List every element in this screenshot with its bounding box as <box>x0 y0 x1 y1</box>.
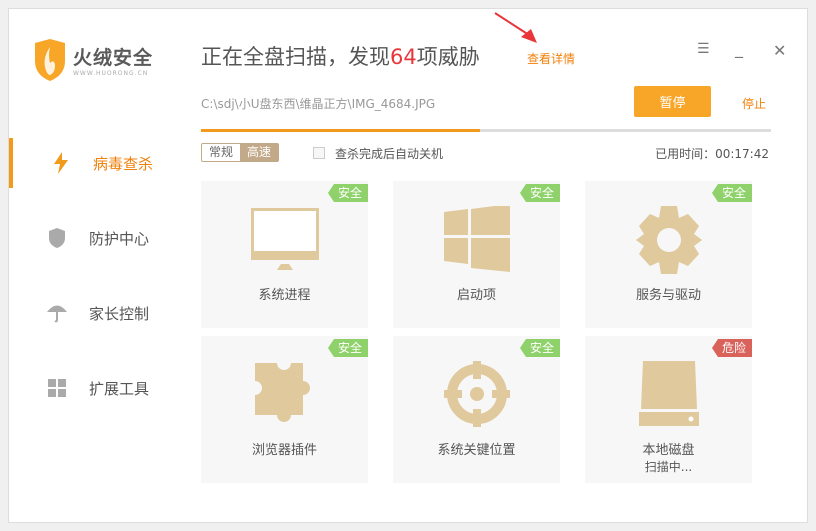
scan-category-card[interactable]: 安全 启动项 <box>393 181 560 328</box>
scan-progress-fill <box>201 129 481 132</box>
status-badge: 安全 <box>519 184 560 202</box>
sidebar-item-label: 病毒查杀 <box>93 154 154 173</box>
app-name: 火绒安全 <box>73 47 154 69</box>
logo: 火绒安全 WWW.HUORONG.CN <box>33 39 153 81</box>
menu-icon[interactable]: ☰ <box>697 41 710 57</box>
pause-button[interactable]: 暂停 <box>634 86 711 117</box>
windows-icon <box>443 204 510 276</box>
sidebar-item-label: 家长控制 <box>89 304 150 323</box>
arrow-annotation-icon <box>494 12 537 43</box>
status-badge: 安全 <box>519 339 560 357</box>
auto-shutdown-checkbox[interactable] <box>313 147 325 159</box>
card-label: 系统进程 <box>258 288 311 303</box>
disk-icon <box>638 361 699 431</box>
gear-icon <box>635 206 702 278</box>
lightning-icon <box>51 152 71 174</box>
card-label: 系统关键位置 <box>437 443 516 458</box>
scan-category-card[interactable]: 安全 系统进程 <box>201 181 368 328</box>
grid-icon <box>47 378 67 398</box>
mode-fast[interactable]: 高速 <box>240 144 279 161</box>
threat-count: 64 <box>390 45 417 69</box>
sidebar-item-label: 防护中心 <box>89 229 150 248</box>
sidebar-item-label: 扩展工具 <box>89 379 150 398</box>
status-badge: 安全 <box>711 184 752 202</box>
sidebar-item-tools[interactable]: 扩展工具 <box>9 363 179 413</box>
scan-category-card[interactable]: 危险 本地磁盘扫描中... <box>585 336 752 483</box>
shield-icon <box>47 228 67 248</box>
flame-shield-icon <box>35 39 65 81</box>
scan-mode-toggle: 常规 高速 <box>201 143 280 162</box>
monitor-icon <box>249 206 321 274</box>
umbrella-icon <box>47 303 67 323</box>
elapsed-time: 已用时间：00:17:42 <box>655 147 769 161</box>
stop-button[interactable]: 停止 <box>742 95 766 112</box>
minimize-icon[interactable]: _ <box>735 39 743 58</box>
sidebar-item-protection[interactable]: 防护中心 <box>9 213 179 263</box>
current-scan-path: C:\sdj\小U盘东西\维晶正方\IMG_4684.JPG <box>201 97 436 111</box>
card-label: 浏览器插件 <box>251 443 317 458</box>
card-label: 启动项 <box>456 288 496 303</box>
scan-category-card[interactable]: 安全 系统关键位置 <box>393 336 560 483</box>
close-icon[interactable]: ✕ <box>773 41 786 60</box>
status-badge: 安全 <box>327 184 368 202</box>
card-label: 服务与驱动 <box>635 288 701 303</box>
auto-shutdown-label: 查杀完成后自动关机 <box>335 147 444 161</box>
app-url: WWW.HUORONG.CN <box>73 70 149 77</box>
scan-category-card[interactable]: 安全 浏览器插件 <box>201 336 368 483</box>
card-status-text: 扫描中... <box>644 460 693 474</box>
card-label: 本地磁盘 <box>642 443 695 458</box>
scan-progress-bar <box>201 129 771 132</box>
status-badge: 危险 <box>711 339 752 357</box>
sidebar-item-parental[interactable]: 家长控制 <box>9 288 179 338</box>
target-icon <box>443 361 510 431</box>
scan-category-card[interactable]: 安全 服务与驱动 <box>585 181 752 328</box>
view-details-link[interactable]: 查看详情 <box>527 50 575 67</box>
page-title: 正在全盘扫描，发现64项威胁 <box>201 45 480 69</box>
main-window: 火绒安全 WWW.HUORONG.CN 病毒查杀 防护中心 家长控制 扩展工具 … <box>8 8 808 523</box>
sidebar-item-virus-scan[interactable]: 病毒查杀 <box>9 138 179 188</box>
mode-normal[interactable]: 常规 <box>202 144 240 161</box>
puzzle-icon <box>254 361 315 427</box>
status-badge: 安全 <box>327 339 368 357</box>
